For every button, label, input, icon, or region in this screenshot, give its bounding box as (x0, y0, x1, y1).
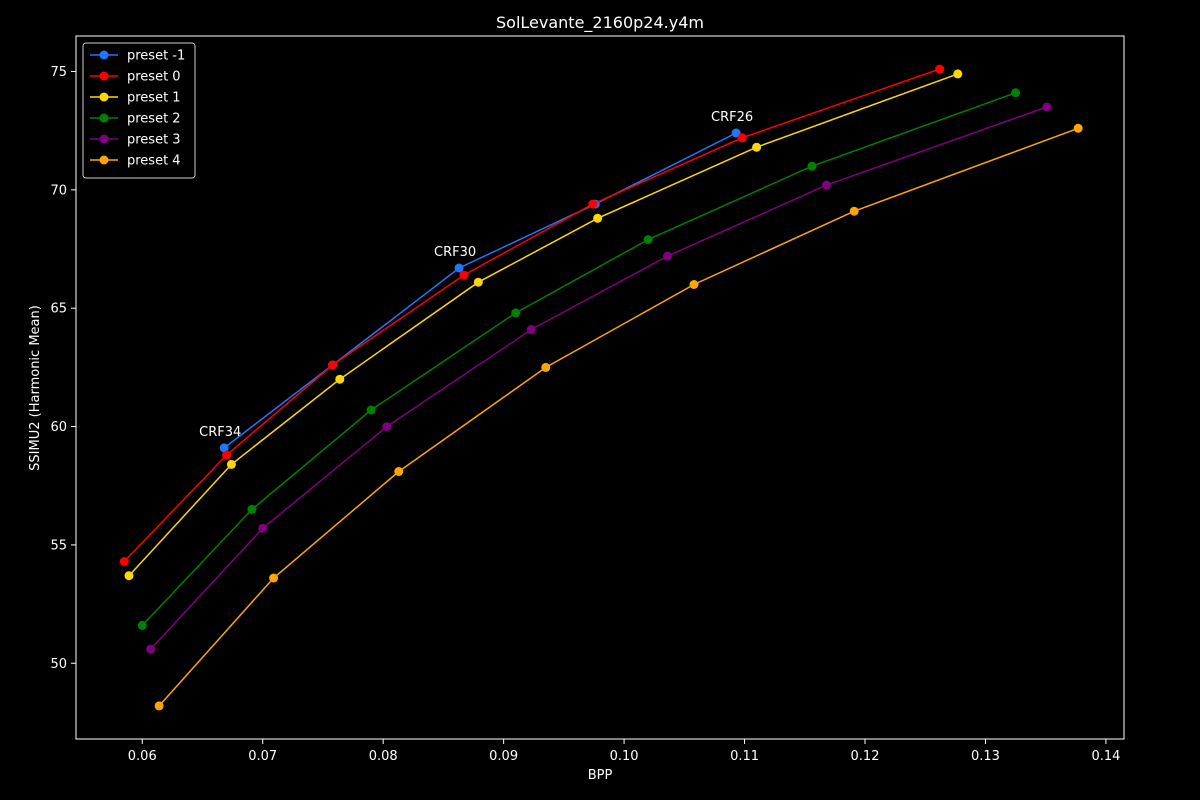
annotation-label: CRF34 (199, 425, 241, 440)
annotation-label: CRF30 (434, 245, 476, 260)
data-point (541, 362, 551, 372)
x-tick-label: 0.10 (610, 749, 639, 764)
data-point (1011, 88, 1021, 98)
data-point (689, 280, 699, 289)
data-point (154, 701, 164, 711)
data-point (526, 325, 536, 334)
data-point (119, 557, 129, 566)
data-point (588, 199, 598, 209)
chart-title: SolLevante_2160p24.y4m (496, 13, 704, 33)
data-point (258, 523, 268, 533)
x-tick-label: 0.06 (128, 749, 157, 764)
data-point (953, 69, 963, 79)
data-point (849, 206, 859, 216)
data-point (328, 360, 338, 370)
data-point (807, 161, 817, 171)
x-tick-label: 0.11 (730, 749, 759, 764)
data-point (146, 644, 156, 654)
legend-label: preset 1 (127, 91, 181, 106)
legend-swatch-marker (99, 113, 109, 123)
x-tick-label: 0.12 (851, 749, 880, 764)
legend-label: preset 3 (127, 133, 181, 148)
data-point (593, 213, 603, 223)
data-point (366, 405, 376, 415)
x-tick-label: 0.13 (971, 749, 1000, 764)
data-point (1042, 102, 1052, 112)
legend-swatch-marker (99, 50, 109, 60)
data-point (663, 251, 672, 261)
data-point (737, 133, 747, 143)
data-point (473, 277, 483, 287)
legend-label: preset 4 (127, 154, 181, 169)
x-tick-label: 0.07 (248, 749, 277, 764)
x-tick-label: 0.14 (1091, 749, 1120, 764)
y-tick-label: 70 (50, 183, 67, 198)
y-tick-label: 65 (50, 302, 67, 317)
x-tick-label: 0.08 (369, 749, 398, 764)
data-point (643, 235, 653, 245)
legend-label: preset 0 (127, 70, 181, 85)
data-point (247, 504, 257, 514)
data-point (335, 374, 345, 384)
y-tick-label: 50 (50, 657, 67, 672)
data-point (752, 142, 762, 152)
legend-label: preset 2 (127, 112, 181, 127)
data-point (226, 459, 236, 469)
legend-swatch-marker (99, 71, 109, 81)
data-point (382, 422, 392, 432)
data-point (935, 64, 945, 74)
y-axis-label: SSIMU2 (Harmonic Mean) (28, 305, 43, 471)
data-point (822, 180, 831, 190)
legend-swatch-marker (99, 134, 109, 144)
x-axis-label: BPP (588, 768, 613, 783)
legend-label: preset -1 (127, 49, 185, 64)
legend-swatch-marker (99, 92, 109, 102)
data-point (459, 270, 469, 280)
data-point (222, 450, 232, 460)
data-point (137, 620, 147, 630)
annotation-label: CRF26 (711, 110, 753, 125)
data-point (394, 467, 404, 476)
y-tick-label: 75 (50, 65, 67, 80)
data-point (1073, 123, 1083, 133)
legend-swatch-marker (99, 155, 109, 165)
data-point (124, 571, 134, 581)
x-tick-label: 0.09 (489, 749, 518, 764)
y-tick-label: 55 (50, 538, 67, 553)
data-point (511, 308, 521, 318)
data-point (269, 573, 279, 583)
legend: preset -1 preset 0 preset 1 preset 2 preset … (82, 42, 196, 179)
chart-figure: SolLevante_2160p24.y4m CRF34 CRF30 CRF26 0… (0, 0, 1200, 800)
y-tick-label: 60 (50, 420, 67, 435)
